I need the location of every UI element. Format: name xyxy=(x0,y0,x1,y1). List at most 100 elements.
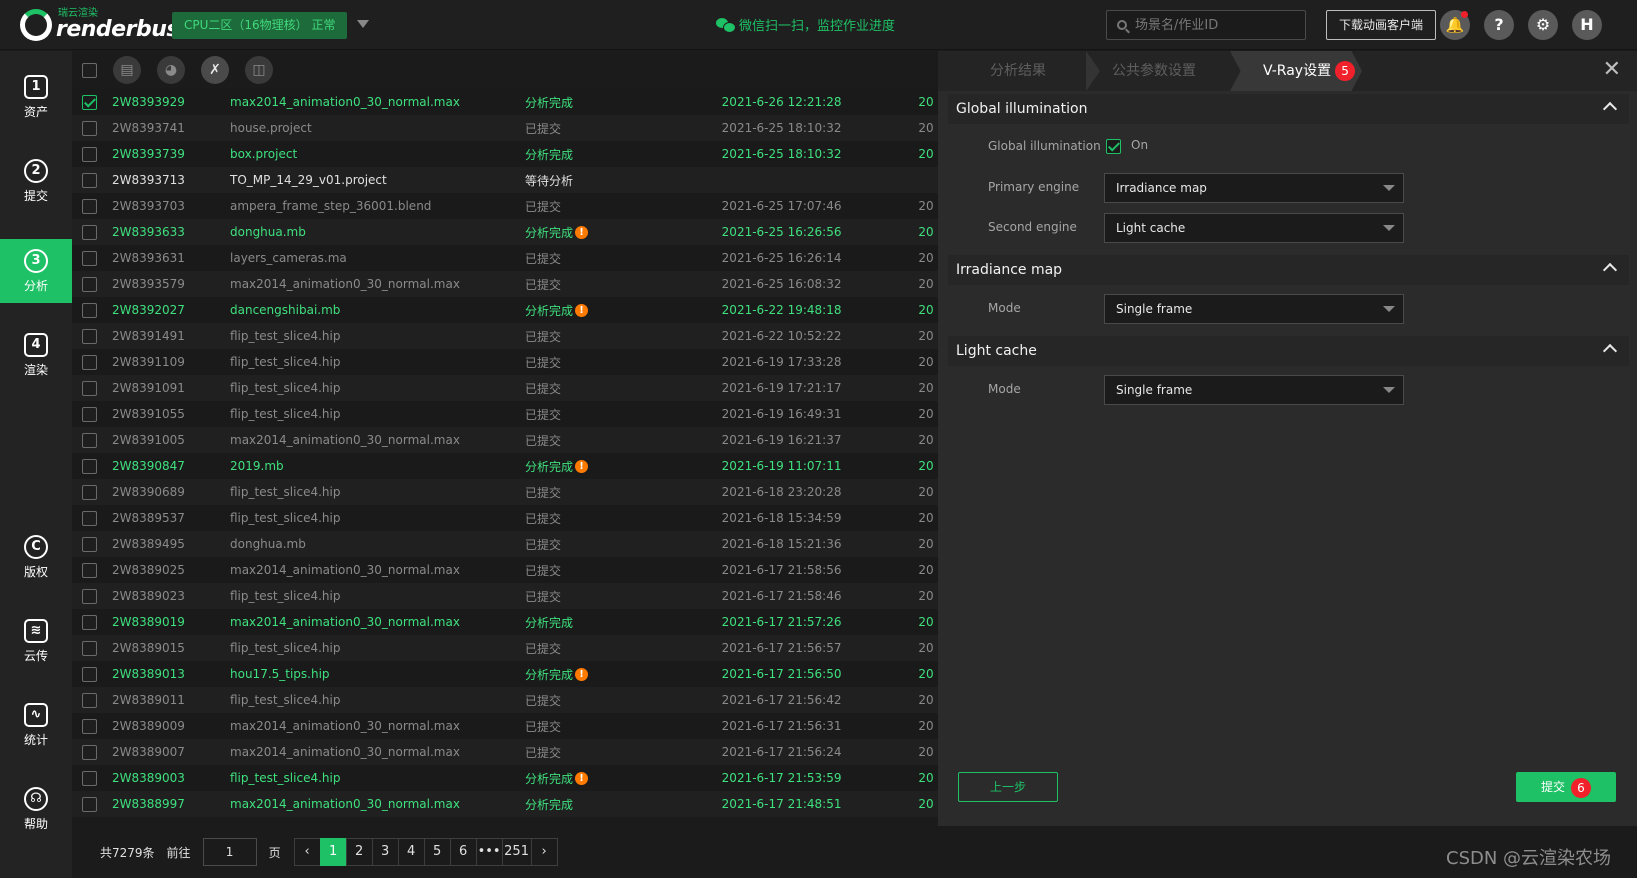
submit-button[interactable]: 提交 6 xyxy=(1516,772,1616,802)
save-icon[interactable]: ▤ xyxy=(113,56,141,84)
row-checkbox[interactable] xyxy=(82,328,97,344)
more-pages-button[interactable]: ••• xyxy=(475,838,503,866)
close-icon[interactable]: ✕ xyxy=(1603,59,1621,81)
sidebar-item-analysis[interactable]: 3 分析 xyxy=(0,239,72,303)
row-checkbox[interactable] xyxy=(82,458,97,474)
second-engine-select[interactable]: Light cache xyxy=(1104,213,1404,243)
warning-icon[interactable]: ! xyxy=(575,667,589,681)
table-row[interactable]: 2W8391109 flip_test_slice4.hip 已提交 2021-6-1… xyxy=(72,349,938,375)
row-checkbox[interactable] xyxy=(82,614,97,630)
search-input[interactable] xyxy=(1135,17,1295,33)
table-row[interactable]: 2W8389011 flip_test_slice4.hip 已提交 2021-6-1… xyxy=(72,687,938,713)
table-row[interactable]: 2W8393703 ampera_frame_step_36001.blend 已提… xyxy=(72,193,938,219)
light-cache-mode-select[interactable]: Single frame xyxy=(1104,375,1404,405)
table-row[interactable]: 2W8393579 max2014_animation0_30_normal.ma… xyxy=(72,271,938,297)
row-checkbox[interactable] xyxy=(82,172,97,188)
next-page-icon[interactable]: › xyxy=(530,838,558,866)
row-checkbox[interactable] xyxy=(82,744,97,760)
download-client-button[interactable]: 下载动画客户端 xyxy=(1326,10,1436,40)
sidebar-item-assets[interactable]: 1 资产 xyxy=(0,65,72,129)
zone-dropdown-icon[interactable] xyxy=(357,20,369,28)
table-row[interactable]: 2W8393739 box.project 分析完成 2021-6-25 18:10:… xyxy=(72,141,938,167)
zone-status-badge[interactable]: CPU二区（16物理核） 正常 xyxy=(172,12,348,39)
table-row[interactable]: 2W8389537 flip_test_slice4.hip 已提交 2021-6-1… xyxy=(72,505,938,531)
last-page-button[interactable]: 251 xyxy=(501,838,532,866)
table-row[interactable]: 2W8393631 layers_cameras.ma 已提交 2021-6-25 1… xyxy=(72,245,938,271)
row-checkbox[interactable] xyxy=(82,640,97,656)
page-button[interactable]: 3 xyxy=(371,838,399,866)
sidebar-item-copyright[interactable]: C 版权 xyxy=(0,525,72,589)
chevron-up-icon[interactable] xyxy=(1602,101,1618,117)
page-button[interactable]: 5 xyxy=(423,838,451,866)
row-checkbox[interactable] xyxy=(82,406,97,422)
table-row[interactable]: 2W8389019 max2014_animation0_30_normal.ma… xyxy=(72,609,938,635)
table-row[interactable]: 2W8389013 hou17.5_tips.hip 分析完成! 2021-6-17 … xyxy=(72,661,938,687)
tab-common-params[interactable]: 公共参数设置 xyxy=(1112,51,1196,91)
row-checkbox[interactable] xyxy=(82,432,97,448)
table-row[interactable]: 2W8389007 max2014_animation0_30_normal.ma… xyxy=(72,739,938,765)
warning-icon[interactable]: ! xyxy=(575,225,589,239)
previous-step-button[interactable]: 上一步 xyxy=(958,772,1058,802)
page-button[interactable]: 6 xyxy=(449,838,477,866)
sidebar-item-transfer[interactable]: ≋ 云传 xyxy=(0,609,72,673)
row-checkbox[interactable] xyxy=(82,588,97,604)
row-checkbox[interactable] xyxy=(82,94,97,110)
table-row[interactable]: 2W8390689 flip_test_slice4.hip 已提交 2021-6-1… xyxy=(72,479,938,505)
table-row[interactable]: 2W8390847 2019.mb 分析完成! 2021-6-19 11:07:11 2… xyxy=(72,453,938,479)
section-irradiance-map[interactable]: Irradiance map xyxy=(948,255,1629,285)
goto-page-input[interactable]: 1 xyxy=(202,838,257,866)
warning-icon[interactable]: ! xyxy=(575,771,589,785)
row-checkbox[interactable] xyxy=(82,692,97,708)
table-row[interactable]: 2W8391091 flip_test_slice4.hip 已提交 2021-6-1… xyxy=(72,375,938,401)
delete-doc-icon[interactable]: ✗ xyxy=(201,56,229,84)
row-checkbox[interactable] xyxy=(82,770,97,786)
gear-icon[interactable]: ⚙ xyxy=(1528,10,1558,40)
page-button[interactable]: 2 xyxy=(345,838,373,866)
table-row[interactable]: 2W8391491 flip_test_slice4.hip 已提交 2021-6-2… xyxy=(72,323,938,349)
irradiance-mode-select[interactable]: Single frame xyxy=(1104,294,1404,324)
bell-icon[interactable]: 🔔 xyxy=(1440,10,1470,40)
page-button[interactable]: 4 xyxy=(397,838,425,866)
row-checkbox[interactable] xyxy=(82,796,97,812)
row-checkbox[interactable] xyxy=(82,146,97,162)
section-light-cache[interactable]: Light cache xyxy=(948,336,1629,366)
table-row[interactable]: 2W8389015 flip_test_slice4.hip 已提交 2021-6-1… xyxy=(72,635,938,661)
trash-icon[interactable]: ◫ xyxy=(245,56,273,84)
table-row[interactable]: 2W8393741 house.project 已提交 2021-6-25 18:10… xyxy=(72,115,938,141)
chevron-up-icon[interactable] xyxy=(1602,343,1618,359)
row-checkbox[interactable] xyxy=(82,302,97,318)
select-all-checkbox[interactable] xyxy=(82,62,97,78)
row-checkbox[interactable] xyxy=(82,120,97,136)
table-row[interactable]: 2W8393633 donghua.mb 分析完成! 2021-6-25 16:26:… xyxy=(72,219,938,245)
table-row[interactable]: 2W8389023 flip_test_slice4.hip 已提交 2021-6-1… xyxy=(72,583,938,609)
row-checkbox[interactable] xyxy=(82,536,97,552)
page-button[interactable]: 1 xyxy=(319,838,347,866)
tab-vray-settings[interactable]: V-Ray设置 5 xyxy=(1263,51,1356,91)
sidebar-item-stats[interactable]: ∿ 统计 xyxy=(0,693,72,757)
analyze-icon[interactable]: ◕ xyxy=(157,56,185,84)
table-row[interactable]: 2W8391055 flip_test_slice4.hip 已提交 2021-6-1… xyxy=(72,401,938,427)
table-row[interactable]: 2W8389009 max2014_animation0_30_normal.ma… xyxy=(72,713,938,739)
row-checkbox[interactable] xyxy=(82,510,97,526)
table-row[interactable]: 2W8392027 dancengshibai.mb 分析完成! 2021-6-22 … xyxy=(72,297,938,323)
help-icon[interactable]: ? xyxy=(1484,10,1514,40)
row-checkbox[interactable] xyxy=(82,484,97,500)
table-row[interactable]: 2W8393929 max2014_animation0_30_normal.ma… xyxy=(72,89,938,115)
row-checkbox[interactable] xyxy=(82,354,97,370)
gi-on-checkbox[interactable] xyxy=(1106,139,1121,154)
table-row[interactable]: 2W8389003 flip_test_slice4.hip 分析完成! 2021-6… xyxy=(72,765,938,791)
sidebar-item-submit[interactable]: 2 提交 xyxy=(0,149,72,213)
section-global-illumination[interactable]: Global illumination xyxy=(948,94,1629,124)
row-checkbox[interactable] xyxy=(82,718,97,734)
search-box[interactable] xyxy=(1106,10,1306,40)
table-row[interactable]: 2W8389025 max2014_animation0_30_normal.ma… xyxy=(72,557,938,583)
row-checkbox[interactable] xyxy=(82,224,97,240)
wechat-monitor-link[interactable]: 微信扫一扫，监控作业进度 xyxy=(716,15,895,34)
row-checkbox[interactable] xyxy=(82,250,97,266)
sidebar-item-render[interactable]: 4 渲染 xyxy=(0,323,72,387)
prev-page-icon[interactable]: ‹ xyxy=(293,838,321,866)
sidebar-item-help[interactable]: ☊ 帮助 xyxy=(0,777,72,841)
row-checkbox[interactable] xyxy=(82,198,97,214)
warning-icon[interactable]: ! xyxy=(575,459,589,473)
avatar[interactable]: H xyxy=(1572,10,1602,40)
